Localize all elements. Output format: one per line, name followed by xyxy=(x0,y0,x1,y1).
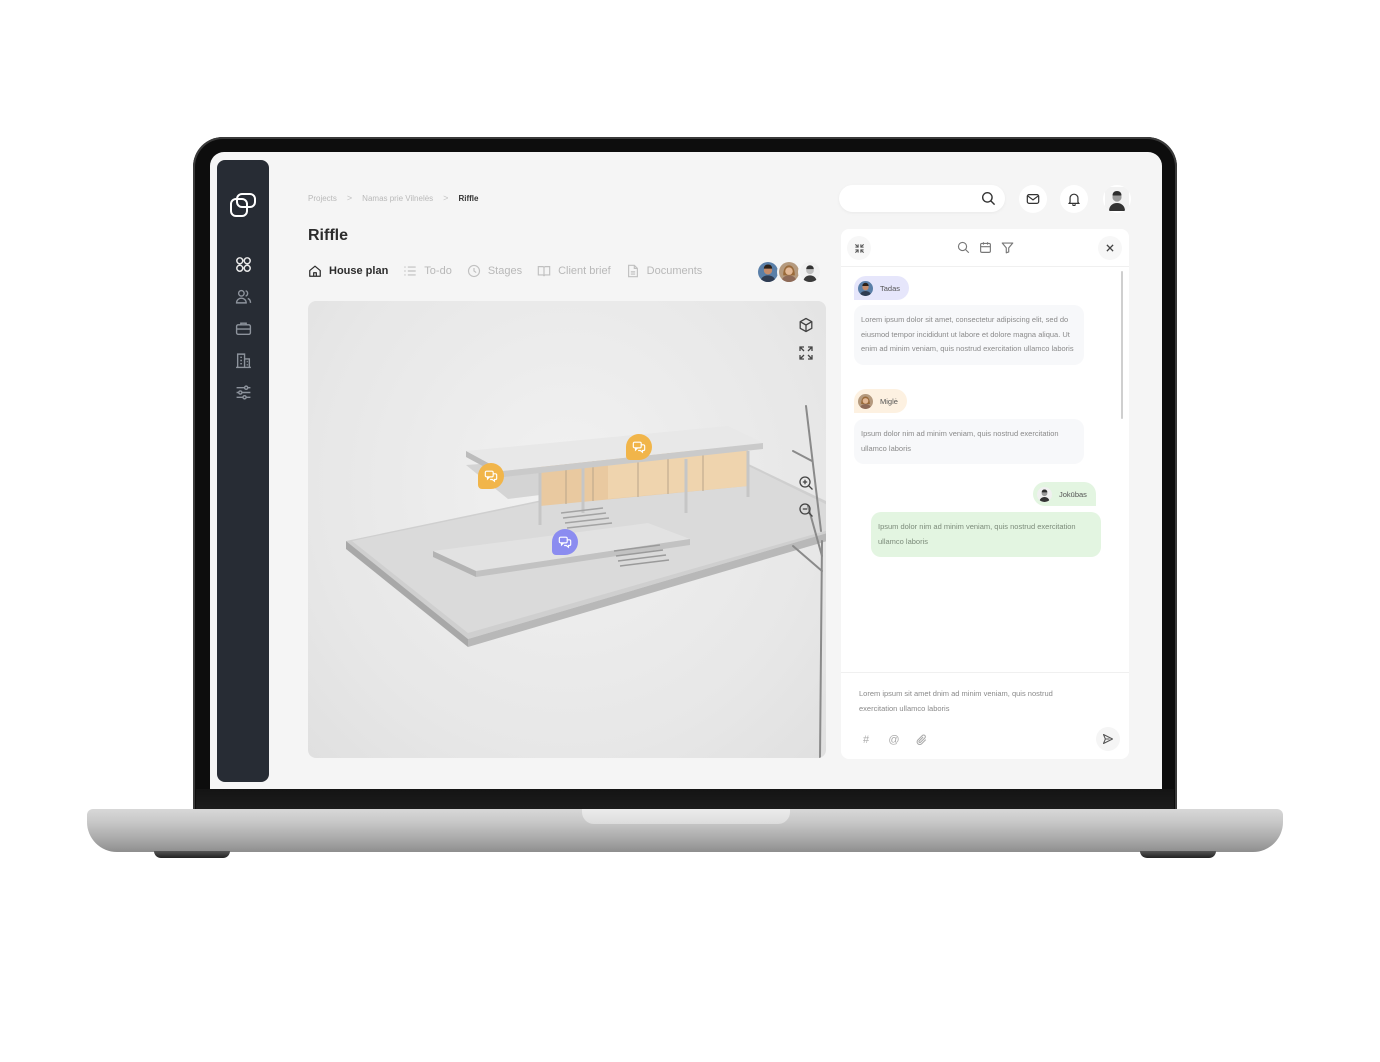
breadcrumb-current: Riffle xyxy=(458,193,479,203)
laptop-bezel xyxy=(196,789,1174,811)
filter-icon[interactable] xyxy=(1001,241,1014,254)
sidebar-item-buildings[interactable] xyxy=(217,344,269,376)
tab-label: To-do xyxy=(424,265,452,277)
user-avatar[interactable] xyxy=(1103,185,1131,213)
author-chip: Miglė xyxy=(854,389,907,413)
calendar-icon[interactable] xyxy=(979,241,992,254)
chat-bubble-icon xyxy=(484,470,498,483)
breadcrumb-item[interactable]: Namas prie Vilnelės xyxy=(362,194,433,203)
tab-to-do[interactable]: To-do xyxy=(403,264,452,278)
briefcase-icon xyxy=(235,321,251,335)
breadcrumb-item[interactable]: Projects xyxy=(308,194,337,203)
mention-icon[interactable]: @ xyxy=(887,733,901,747)
sidebar-item-projects[interactable] xyxy=(217,312,269,344)
chat-messages: Tadas Lorem ipsum dolor sit amet, consec… xyxy=(841,267,1129,672)
tab-house-plan[interactable]: House plan xyxy=(308,264,388,278)
close-button[interactable] xyxy=(1098,236,1122,260)
collapse-button[interactable] xyxy=(847,236,871,260)
comment-marker[interactable] xyxy=(552,529,578,555)
breadcrumb: Projects > Namas prie Vilnelės > Riffle xyxy=(308,193,478,203)
book-icon xyxy=(537,266,551,277)
sidebar xyxy=(217,160,269,782)
hashtag-icon[interactable]: # xyxy=(859,733,873,747)
collapse-icon xyxy=(854,243,864,253)
laptop-notch xyxy=(582,809,790,824)
team-avatars[interactable] xyxy=(756,260,822,284)
sidebar-item-settings[interactable] xyxy=(217,376,269,408)
sidebar-item-users[interactable] xyxy=(217,280,269,312)
tab-label: Stages xyxy=(487,265,523,277)
message-bubble: Ipsum dolor nim ad minim veniam, quis no… xyxy=(854,419,1084,464)
tab-label: Documents xyxy=(646,265,703,277)
3d-model-viewer[interactable] xyxy=(308,301,826,758)
document-icon xyxy=(627,264,638,278)
zoom-out-icon[interactable] xyxy=(798,502,814,518)
mail-button[interactable] xyxy=(1019,185,1047,213)
chat-header xyxy=(841,229,1129,267)
users-icon xyxy=(235,289,251,304)
sidebar-nav xyxy=(217,248,269,408)
avatar xyxy=(1037,486,1052,502)
search-input[interactable] xyxy=(839,185,1005,212)
comment-marker[interactable] xyxy=(478,463,504,489)
home-icon xyxy=(309,265,321,277)
chat-panel: Tadas Lorem ipsum dolor sit amet, consec… xyxy=(841,229,1129,759)
app-screen: Projects > Namas prie Vilnelės > Riffle … xyxy=(210,152,1162,789)
composer-tools: # @ xyxy=(859,733,943,747)
message-input[interactable]: Lorem ipsum sit amet dnim ad minim venia… xyxy=(859,687,1079,716)
sidebar-item-dashboard[interactable] xyxy=(217,248,269,280)
chat-bubble-icon xyxy=(632,441,646,454)
mail-icon xyxy=(1026,194,1040,204)
message-composer[interactable]: Lorem ipsum sit amet dnim ad minim venia… xyxy=(841,672,1129,759)
avatar[interactable] xyxy=(798,260,822,284)
notifications-button[interactable] xyxy=(1060,185,1088,213)
cube-icon[interactable] xyxy=(798,317,814,333)
avatar xyxy=(858,393,873,409)
search-icon[interactable] xyxy=(957,241,970,254)
zoom-in-icon[interactable] xyxy=(798,475,814,491)
tab-stages[interactable]: Stages xyxy=(467,264,522,278)
list-icon xyxy=(404,266,416,276)
breadcrumb-separator: > xyxy=(346,193,353,203)
app-logo-icon[interactable] xyxy=(228,190,258,220)
laptop-foot xyxy=(1140,851,1216,858)
search-icon[interactable] xyxy=(981,191,996,206)
attachment-icon[interactable] xyxy=(915,733,929,747)
scrollbar[interactable] xyxy=(1121,271,1123,419)
tab-client-brief[interactable]: Client brief xyxy=(537,264,611,278)
author-name: Miglė xyxy=(880,396,898,406)
close-icon xyxy=(1106,244,1114,252)
breadcrumb-separator: > xyxy=(443,193,449,203)
send-icon xyxy=(1102,733,1114,745)
tab-label: Client brief xyxy=(558,265,611,277)
tab-documents[interactable]: Documents xyxy=(626,264,703,278)
sliders-icon xyxy=(236,384,250,400)
send-button[interactable] xyxy=(1096,727,1120,751)
page-title: Riffle xyxy=(308,227,348,244)
laptop-foot xyxy=(154,851,230,858)
fullscreen-icon[interactable] xyxy=(798,345,814,361)
author-chip: Jokūbas xyxy=(1033,482,1096,506)
avatar xyxy=(858,280,873,296)
author-name: Tadas xyxy=(880,283,901,293)
message-bubble: Ipsum dolor nim ad minim veniam, quis no… xyxy=(871,512,1101,557)
tab-bar: House plan To-do Stages Client brief Doc… xyxy=(308,264,717,278)
comment-marker[interactable] xyxy=(626,434,652,460)
grid-icon xyxy=(235,256,251,272)
clock-icon xyxy=(467,264,480,278)
chat-bubble-icon xyxy=(558,536,572,549)
message-bubble: Lorem ipsum dolor sit amet, consectetur … xyxy=(854,305,1084,365)
bell-icon xyxy=(1068,193,1080,206)
building-icon xyxy=(235,352,251,368)
author-chip: Tadas xyxy=(854,276,910,300)
tab-label: House plan xyxy=(329,265,389,277)
author-name: Jokūbas xyxy=(1059,489,1087,499)
